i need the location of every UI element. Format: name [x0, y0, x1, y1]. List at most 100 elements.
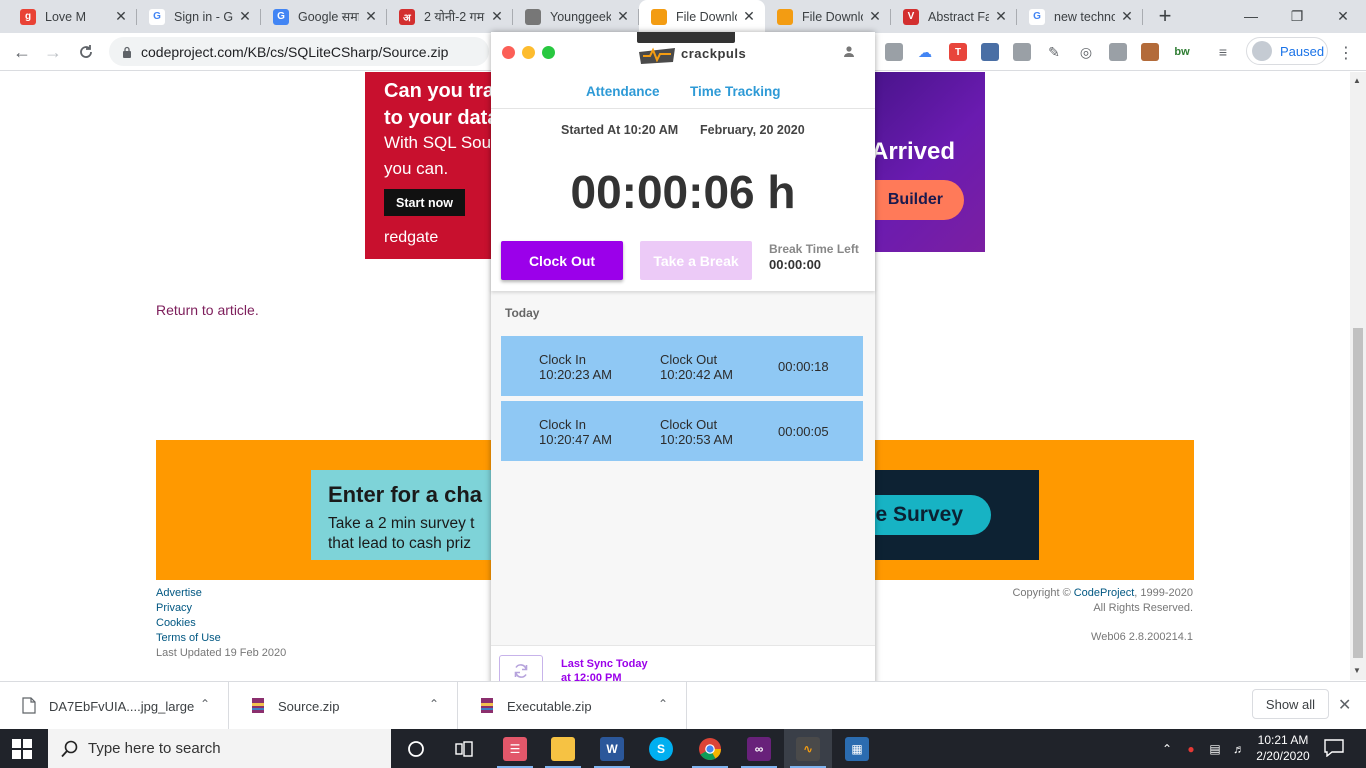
scroll-down-icon[interactable]: ▼	[1353, 666, 1361, 675]
footer-link-terms[interactable]: Terms of Use	[156, 631, 286, 646]
reload-button[interactable]	[73, 39, 99, 65]
antivirus-icon[interactable]: ●	[1179, 742, 1203, 756]
notification-icon[interactable]	[1324, 739, 1344, 757]
close-shelf-icon[interactable]: ✕	[1338, 695, 1351, 715]
extension-card-icon[interactable]	[1013, 43, 1031, 61]
cortana-button[interactable]	[392, 729, 440, 768]
app-maximize-button[interactable]	[542, 46, 555, 59]
browser-tab[interactable]: अ 2 योनी-2 गम ✕	[387, 0, 513, 33]
chevron-up-icon[interactable]: ⌃	[658, 697, 668, 711]
page-scrollbar[interactable]: ▲ ▼	[1350, 72, 1366, 680]
tab-close-icon[interactable]: ✕	[489, 8, 505, 25]
browser-tab[interactable]: g Love M ✕	[8, 0, 137, 33]
chevron-up-icon[interactable]: ⌃	[1155, 742, 1179, 756]
extension-onedrive-icon[interactable]: ☁	[916, 43, 934, 61]
tab-close-icon[interactable]: ✕	[867, 8, 883, 25]
tab-close-icon[interactable]: ✕	[993, 8, 1009, 25]
clock-out-button[interactable]: Clock Out	[501, 241, 623, 280]
footer-link-privacy[interactable]: Privacy	[156, 601, 286, 616]
user-icon[interactable]	[843, 45, 855, 57]
footer-link-advertise[interactable]: Advertise	[156, 586, 286, 601]
extension-screenshot-icon[interactable]	[1109, 43, 1127, 61]
tab-time-tracking[interactable]: Time Tracking	[690, 84, 781, 99]
download-item[interactable]: Executable.zip ⌃	[458, 682, 687, 730]
download-item[interactable]: Source.zip ⌃	[229, 682, 458, 730]
forward-button[interactable]: →	[40, 39, 66, 65]
browser-tab-strip: g Love M ✕ G Sign in - Go ✕ G Google समा ✕ अ 2 योन…	[0, 0, 1366, 33]
extension-bug-icon[interactable]	[1141, 43, 1159, 61]
scrollbar-thumb[interactable]	[1353, 328, 1363, 658]
media-control-icon[interactable]: ≡	[1214, 43, 1232, 61]
scroll-up-icon[interactable]: ▲	[1353, 76, 1361, 85]
windows-start-icon[interactable]	[12, 739, 32, 759]
tab-close-icon[interactable]: ✕	[363, 8, 379, 25]
app-minimize-button[interactable]	[522, 46, 535, 59]
minimize-button[interactable]: —	[1228, 0, 1274, 32]
survey-ad-left[interactable]: Enter for a cha Take a 2 min survey t th…	[311, 470, 491, 560]
duration-cell: 00:00:18	[778, 359, 829, 374]
extension-camera-icon[interactable]	[981, 43, 999, 61]
codeproject-link[interactable]: CodeProject	[1074, 587, 1135, 599]
copyright: Copyright © CodeProject, 1999-2020 All R…	[1012, 587, 1193, 614]
extension-t-icon[interactable]: T	[949, 43, 967, 61]
ad-builder-button[interactable]: Builder	[875, 180, 964, 220]
tab-close-icon[interactable]: ✕	[741, 8, 757, 25]
show-all-button[interactable]: Show all	[1252, 689, 1329, 719]
taskbar-app-skype[interactable]: S	[637, 729, 685, 768]
taskbar-search[interactable]: Type here to search	[48, 729, 391, 768]
network-icon[interactable]: ▤	[1203, 742, 1227, 756]
tab-title: File Downlo	[676, 9, 737, 24]
window-close-button[interactable]: ✕	[1320, 0, 1366, 32]
return-to-article-link[interactable]: Return to article.	[156, 302, 259, 318]
version-text: Web06 2.8.200214.1	[1091, 631, 1193, 643]
taskbar-clock[interactable]: 10:21 AM 2/20/2020	[1250, 732, 1316, 764]
volume-icon[interactable]: ♬	[1227, 742, 1251, 756]
tab-close-icon[interactable]: ✕	[615, 8, 631, 25]
time-entry-row[interactable]: Clock In 10:20:47 AM Clock Out 10:20:53 …	[501, 401, 863, 461]
profile-button[interactable]: Paused	[1246, 37, 1328, 65]
taskbar-app-chrome[interactable]	[686, 729, 734, 768]
address-bar[interactable]: codeproject.com/KB/cs/SQLiteCSharp/Sourc…	[109, 37, 489, 66]
tab-close-icon[interactable]: ✕	[113, 8, 129, 25]
extension-cloud-icon[interactable]	[885, 43, 903, 61]
crackpuls-taskbar-icon: ∿	[796, 736, 820, 761]
new-tab-button[interactable]: +	[1152, 5, 1178, 29]
time-entry-row[interactable]: Clock In 10:20:23 AM Clock Out 10:20:42 …	[501, 336, 863, 396]
taskbar-app-crackpuls[interactable]: ∿	[784, 729, 832, 768]
task-view-button[interactable]	[440, 729, 488, 768]
taskbar-app-word[interactable]: W	[588, 729, 636, 768]
back-button[interactable]: ←	[9, 39, 35, 65]
tab-attendance[interactable]: Attendance	[586, 84, 660, 99]
builder-ad[interactable]: Arrived Builder	[875, 72, 985, 252]
tab-close-icon[interactable]: ✕	[237, 8, 253, 25]
extension-eyedropper-icon[interactable]: ✎	[1045, 43, 1063, 61]
chevron-up-icon[interactable]: ⌃	[200, 697, 210, 711]
taskbar-app-window[interactable]: ▦	[833, 729, 881, 768]
browser-menu-button[interactable]: ⋮	[1336, 43, 1356, 63]
survey-button[interactable]: e Survey	[875, 495, 991, 535]
profile-status: Paused	[1280, 43, 1325, 59]
browser-tab[interactable]: G Sign in - Go ✕	[137, 0, 261, 33]
survey-ad-right[interactable]: e Survey	[875, 470, 1039, 560]
footer-link-cookies[interactable]: Cookies	[156, 616, 286, 631]
tab-close-icon[interactable]: ✕	[1119, 8, 1135, 25]
taskbar-app-layers[interactable]: ☰	[491, 729, 539, 768]
browser-tab[interactable]: Younggeek ✕	[513, 0, 639, 33]
app-close-button[interactable]	[502, 46, 515, 59]
taskbar-app-visual-studio[interactable]: ∞	[735, 729, 783, 768]
restore-button[interactable]: ❐	[1274, 0, 1320, 32]
chevron-up-icon[interactable]: ⌃	[429, 697, 439, 711]
taskbar-app-explorer[interactable]	[539, 729, 587, 768]
browser-tab[interactable]: V Abstract Fa ✕	[891, 0, 1017, 33]
app-titlebar[interactable]: crackpuls	[491, 32, 875, 71]
redgate-ad[interactable]: Can you tra to your data With SQL Sou yo…	[365, 72, 491, 259]
browser-tab[interactable]: File Downlo ✕	[765, 0, 891, 33]
download-item[interactable]: DA7EbFvUIA....jpg_large ⌃	[0, 682, 229, 730]
extension-circle-icon[interactable]: ◎	[1077, 43, 1095, 61]
extension-bw-icon[interactable]: bw	[1173, 43, 1191, 61]
ad-start-now-button[interactable]: Start now	[384, 189, 465, 216]
browser-tab[interactable]: File Downlo ✕	[639, 0, 765, 33]
browser-tab[interactable]: Gnew techno ✕	[1017, 0, 1143, 33]
take-break-button[interactable]: Take a Break	[640, 241, 752, 280]
browser-tab[interactable]: G Google समा ✕	[261, 0, 387, 33]
